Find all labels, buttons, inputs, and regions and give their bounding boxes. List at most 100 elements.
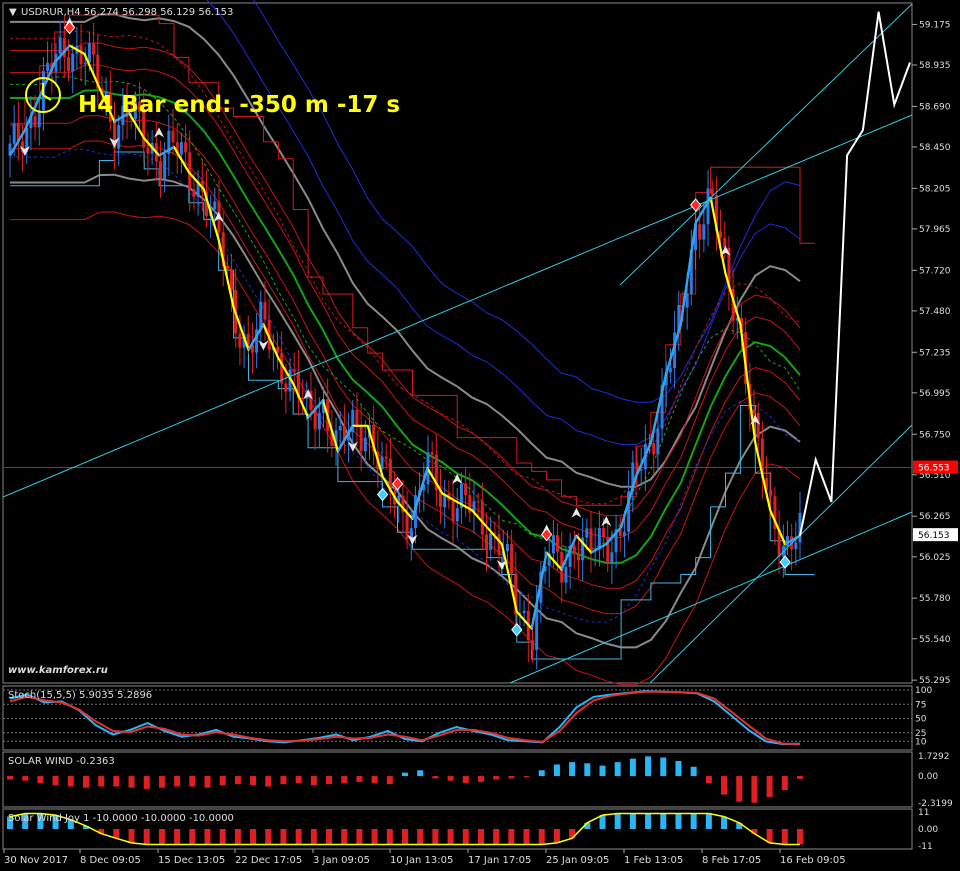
price-tick-label: 58.205 (919, 184, 951, 194)
stoch-title: Stoch(15,5,5) 5.9035 5.2896 (8, 690, 152, 701)
price-tick-label: 57.965 (919, 225, 951, 235)
candle-body (171, 130, 175, 143)
candle-body (602, 528, 606, 538)
candle-body (263, 301, 267, 320)
candle-body (451, 500, 455, 522)
candle-body (489, 532, 493, 551)
candle-body (485, 534, 489, 551)
candle-body (589, 528, 593, 551)
candle-body (551, 535, 555, 554)
price-tick-label: 56.750 (919, 430, 951, 440)
candle-body (430, 452, 434, 455)
stoch-tick-label: 100 (915, 686, 932, 696)
candle-body (505, 544, 509, 552)
candle-body (622, 531, 626, 537)
solar-joy-tick-label: 11 (918, 808, 929, 818)
solar-wind-tick-label: 1.7292 (918, 752, 950, 762)
candle-body (83, 62, 87, 65)
candle-body (58, 37, 62, 54)
time-tick-label: 10 Jan 13:05 (390, 855, 453, 866)
candle-body (355, 409, 359, 427)
price-tick-label: 56.995 (919, 389, 951, 399)
candle-body (480, 501, 484, 535)
candle-body (530, 640, 534, 650)
candle-body (37, 110, 41, 128)
time-tick-label: 15 Dec 13:05 (158, 855, 225, 866)
price-tick-label: 58.690 (919, 102, 951, 112)
time-tick-label: 25 Jan 09:05 (546, 855, 609, 866)
symbol-ohlc-line: USDRUR,H4 56.274 56.298 56.129 56.153 (21, 7, 233, 18)
candle-body (163, 154, 167, 179)
time-tick-label: 8 Feb 17:05 (702, 855, 761, 866)
candle-body (292, 369, 296, 372)
candle-body (723, 237, 727, 248)
candle-body (230, 270, 234, 291)
time-tick-label: 8 Dec 09:05 (80, 855, 141, 866)
current-price-label: 56.153 (918, 531, 950, 541)
dropdown-arrow-icon[interactable]: ▼ (9, 7, 17, 18)
candle-body (33, 116, 37, 128)
candle-body (794, 542, 798, 549)
candle-body (497, 534, 501, 555)
candle-body (585, 528, 589, 538)
price-tick-label: 55.295 (919, 676, 951, 686)
candle-body (576, 554, 580, 561)
candle-body (67, 57, 71, 72)
solar-joy-title: Solar Wind Joy 1 -10.0000 -10.0000 -10.0… (8, 813, 234, 824)
price-tick-label: 57.480 (919, 307, 951, 317)
candle-body (238, 333, 242, 348)
candle-body (71, 53, 75, 72)
candle-body (769, 489, 773, 497)
solar-wind-tick-label: 0.00 (918, 772, 938, 782)
solar-wind-title: SOLAR WIND -0.2363 (8, 756, 115, 767)
time-tick-label: 16 Feb 09:05 (780, 855, 846, 866)
solar-joy-tick-label: -11 (918, 842, 933, 852)
price-tick-label: 59.175 (919, 20, 951, 30)
candle-body (656, 428, 660, 455)
candle-body (317, 412, 321, 430)
stoch-tick-label: 10 (915, 737, 927, 747)
candle-body (87, 43, 91, 63)
price-tick-label: 56.265 (919, 512, 951, 522)
candle-body (710, 188, 714, 196)
candle-body (313, 410, 317, 430)
candle-body (668, 368, 672, 373)
bar-end-label: H4 Bar end: -350 m -17 s (78, 92, 400, 118)
solar-joy-tick-label: 0.00 (918, 825, 938, 835)
candle-body (384, 456, 388, 459)
candle-body (698, 224, 702, 240)
candle-body (556, 535, 560, 552)
time-tick-label: 30 Nov 2017 (4, 855, 68, 866)
price-tick-label: 56.025 (919, 553, 951, 563)
candle-body (363, 437, 367, 452)
price-tick-label: 55.780 (919, 594, 951, 604)
price-tick-label: 57.720 (919, 266, 951, 276)
candle-body (572, 545, 576, 555)
candle-body (79, 45, 83, 65)
candle-body (158, 161, 162, 179)
candle-body (564, 566, 568, 583)
candle-body (476, 501, 480, 503)
trading-chart: 59.175 58.935 58.690 58.450 58.205 57.965 57.7… (0, 0, 960, 871)
candle-body (702, 224, 706, 240)
price-tick-label: 58.935 (919, 61, 951, 71)
candle-body (117, 125, 121, 149)
time-tick-label: 22 Dec 17:05 (235, 855, 302, 866)
candle-body (706, 188, 710, 225)
candle-body (192, 189, 196, 197)
time-tick-label: 3 Jan 09:05 (313, 855, 370, 866)
candle-body (610, 552, 614, 563)
candle-body (146, 147, 150, 154)
candle-body (213, 201, 217, 210)
candle-body (284, 383, 288, 392)
candle-body (464, 483, 468, 496)
candle-body (92, 43, 96, 55)
candle-body (455, 508, 459, 522)
price-tick-label: 55.540 (919, 635, 951, 645)
stoch-tick-label: 50 (915, 715, 927, 725)
time-tick-label: 1 Feb 13:05 (624, 855, 683, 866)
candle-body (719, 231, 723, 238)
candle-body (756, 413, 760, 439)
candle-body (752, 409, 756, 414)
candle-body (359, 426, 363, 452)
